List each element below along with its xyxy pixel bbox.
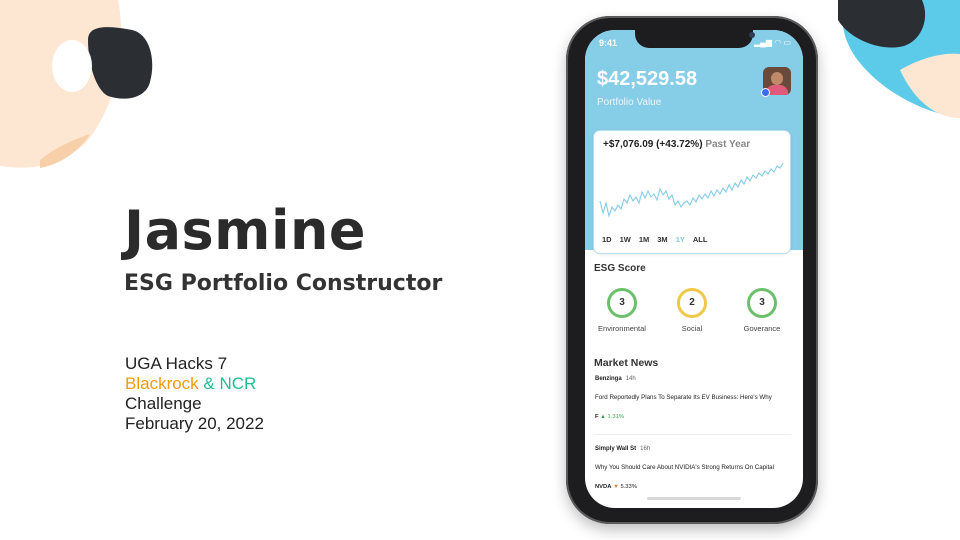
news-source: Benzinga	[595, 376, 622, 382]
esg-social-label: Social	[681, 324, 703, 333]
range-1d[interactable]: 1D	[602, 235, 612, 244]
decorative-blob-top-right	[838, 0, 960, 118]
range-1y[interactable]: 1Y	[676, 235, 685, 244]
sponsor-blackrock: Blackrock	[125, 374, 199, 393]
news-headline: Ford Reportedly Plans To Separate Its EV…	[595, 394, 772, 401]
news-change: 5.33%	[620, 484, 637, 490]
range-3m[interactable]: 3M	[657, 235, 667, 244]
range-all[interactable]: ALL	[693, 235, 708, 244]
wifi-icon: ◠	[774, 38, 782, 47]
esg-social[interactable]: 2 Social	[661, 280, 723, 348]
gain-value: +$7,076.09 (+43.72%)	[603, 139, 703, 150]
portfolio-line	[599, 162, 784, 219]
esg-governance[interactable]: 3 Goverance	[731, 280, 793, 348]
home-indicator[interactable]	[647, 497, 741, 500]
status-time: 9:41	[599, 38, 618, 48]
gain-line: +$7,076.09 (+43.72%) Past Year	[603, 139, 750, 150]
signal-icon: ▂▄▆	[754, 38, 772, 47]
range-selector: 1D 1W 1M 3M 1Y ALL	[602, 235, 707, 244]
performance-card: +$7,076.09 (+43.72%) Past Year 1D 1W 1M …	[593, 130, 791, 254]
gain-period: Past Year	[705, 139, 751, 150]
portfolio-value: $42,529.58	[597, 68, 698, 90]
news-ticker-line: NVDA ▼ 5.33%	[595, 484, 793, 490]
portfolio-value-label: Portfolio Value	[597, 97, 662, 108]
event-name: UGA Hacks 7	[125, 354, 228, 373]
status-icons: ▂▄▆ ◠ ▭	[754, 38, 791, 47]
event-date: February 20, 2022	[125, 414, 264, 433]
arrow-up-icon: ▲	[600, 414, 606, 420]
sponsor-ncr: NCR	[219, 374, 257, 393]
esg-score-heading: ESG Score	[594, 263, 646, 274]
esg-environmental-ring: 3	[607, 288, 637, 318]
arrow-down-icon: ▼	[613, 484, 619, 490]
news-divider	[595, 434, 791, 435]
esg-score-row: 3 Environmental 2 Social 3 Goverance	[591, 280, 797, 348]
range-1m[interactable]: 1M	[639, 235, 649, 244]
portfolio-line-chart	[599, 162, 784, 219]
news-ticker: NVDA	[595, 484, 612, 490]
phone-notch	[635, 30, 755, 48]
news-ticker-line: F ▲ 1.31%	[595, 414, 793, 420]
esg-governance-ring: 3	[747, 288, 777, 318]
avatar-face	[771, 72, 783, 85]
challenge-label: Challenge	[125, 394, 202, 413]
app-screen: 9:41 ▂▄▆ ◠ ▭ $42,529.58 Portfolio Value …	[585, 30, 803, 508]
news-ticker: F	[595, 414, 599, 420]
esg-governance-label: Goverance	[743, 324, 781, 333]
news-meta: Benzinga 14h	[595, 376, 793, 382]
esg-environmental[interactable]: 3 Environmental	[591, 280, 653, 348]
news-headline: Why You Should Care About NVIDIA's Stron…	[595, 464, 774, 471]
news-age: 14h	[625, 376, 636, 382]
news-source: Simply Wall St	[595, 446, 637, 452]
online-status-dot	[761, 88, 770, 97]
slide-title: Jasmine	[124, 199, 367, 262]
news-item[interactable]: Simply Wall St 16h Why You Should Care Ab…	[595, 446, 793, 490]
news-meta: Simply Wall St 16h	[595, 446, 793, 452]
news-age: 16h	[640, 446, 651, 452]
slide-subtitle: ESG Portfolio Constructor	[124, 271, 443, 296]
esg-environmental-label: Environmental	[598, 324, 646, 333]
battery-icon: ▭	[783, 38, 791, 47]
event-info: UGA Hacks 7 Blackrock & NCR Challenge Fe…	[125, 354, 264, 434]
market-news-heading: Market News	[594, 357, 659, 369]
decorative-blob-top-left	[0, 0, 153, 168]
news-item[interactable]: Benzinga 14h Ford Reportedly Plans To Sep…	[595, 376, 793, 420]
sponsor-line: Blackrock & NCR	[125, 374, 264, 394]
range-1w[interactable]: 1W	[620, 235, 631, 244]
sponsor-ampersand: &	[203, 374, 215, 393]
news-change: 1.31%	[607, 414, 624, 420]
esg-social-ring: 2	[677, 288, 707, 318]
